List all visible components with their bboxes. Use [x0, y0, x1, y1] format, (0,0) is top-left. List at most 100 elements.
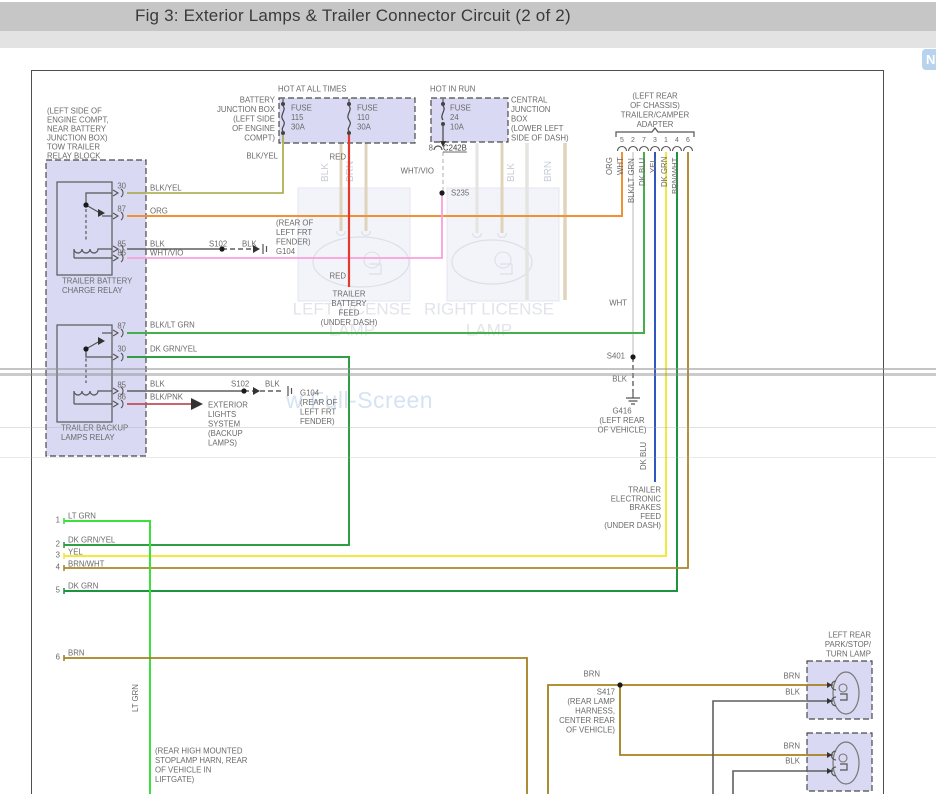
hot-in-run-label: HOT IN RUN [430, 85, 475, 94]
left-rear-lamp-box-2 [807, 733, 872, 791]
relay1-pin-30-label: 30 [117, 182, 126, 191]
stub-1-label: 1 [56, 516, 60, 525]
wire-blk-label-3: BLK [150, 380, 166, 389]
left-rear-lamp-label: LEFT REARPARK/STOP/TURN LAMP [825, 631, 872, 659]
wire-org-rot-label: ORG [605, 157, 614, 175]
wire-brn-label: BRN [68, 649, 84, 658]
adapter-pin-3-label: 3 [653, 137, 657, 144]
stub-5-label: 5 [56, 586, 61, 595]
adapter-pin-1-label: 1 [664, 137, 668, 144]
fuse-24-symbol [441, 122, 445, 126]
fuse-24-symbol [441, 102, 445, 106]
relay1-pin-86-label: 86 [117, 249, 126, 258]
stub-4-label: 4 [56, 563, 61, 572]
wire-wht-rot-label: WHT [616, 157, 625, 175]
stoplamp-note: (REAR HIGH MOUNTEDSTOPLAMP HARN, REAROF … [155, 747, 248, 785]
adapter-pin-7-label: 7 [642, 137, 646, 144]
wire-brn-label-4: BRN [784, 742, 800, 751]
wire-brn-label-2: BRN [584, 670, 600, 679]
adapter-pin-receptacle [673, 147, 682, 152]
wire-dk-grn-rot-label: DK GRN [660, 157, 669, 187]
relay2-pin-86-label: 86 [117, 393, 126, 402]
wire-brn-label-3: BRN [784, 672, 800, 681]
adapter-pin-receptacle [651, 147, 660, 152]
adapter-pin-receptacle [640, 147, 649, 152]
wire-yel-rot-label: YEL [649, 158, 658, 173]
wire-blk-yel-label: BLK/YEL [150, 184, 182, 193]
labels-layer: HOT AT ALL TIMESHOT IN RUNBATTERYJUNCTIO… [47, 85, 872, 785]
hot-at-all-times-label: HOT AT ALL TIMES [278, 85, 346, 94]
wire-red-label-2: RED [330, 272, 347, 281]
wire-blk-label-6: BLK [785, 688, 801, 697]
ghost-wire-brn-right-label: BRN [543, 161, 554, 182]
splice-dot [83, 202, 88, 207]
wire-blk-label-4: BLK [265, 380, 281, 389]
wire-blk-label-7: BLK [785, 757, 801, 766]
relay2-pin-30-label: 30 [117, 345, 126, 354]
separator-line-1 [0, 368, 936, 370]
wire-wht-vio-label: WHT/VIO [150, 249, 183, 258]
adapter-pin-receptacle [684, 147, 693, 152]
adapter-pin-5-label: 5 [620, 137, 624, 144]
splice-dot [617, 682, 622, 687]
wire-blk-lt-grn-label: BLK/LT GRN [150, 321, 195, 330]
wiring-diagram: LEFT LICENSELAMPRIGHT LICENSELAMPBLKBRNB… [0, 0, 936, 794]
separator-line-4 [0, 457, 936, 458]
wire-blk-label-2: BLK [242, 240, 258, 249]
ghost-wire-brn-left-label: BRN [345, 161, 356, 182]
exterior-lights-arrow [191, 398, 203, 410]
stub-3-label: 3 [56, 551, 60, 560]
splice-dot [241, 388, 246, 393]
splice-s102-label-2: S102 [231, 380, 249, 389]
wire-dk-blu-rot-label: DK BLU [638, 157, 647, 186]
adapter-comb [616, 128, 694, 137]
wire-wht-label: WHT [609, 299, 627, 308]
central-junction-box-label: CENTRALJUNCTIONBOX(LOWER LEFTSIDE OF DAS… [511, 96, 569, 143]
wire-dk-grn-label: DK GRN [68, 582, 98, 591]
relay2-pin-87-label: 87 [117, 322, 126, 331]
stub-6-label: 6 [56, 653, 60, 662]
wiring-diagram-page: Fig 3: Exterior Lamps & Trailer Connecto… [0, 0, 936, 794]
wire-blk-lt-grn-rot-label: BLK/LT GRN [627, 158, 636, 203]
splice-dot [439, 190, 444, 195]
separator-line-3 [0, 427, 936, 428]
wire-org-label: ORG [150, 207, 168, 216]
wire-brn-6-path [64, 658, 527, 794]
splice-s235-label: S235 [451, 189, 470, 198]
wire-brn-wht-label: BRN/WHT [68, 560, 105, 569]
adapter-pin-2-label: 2 [631, 137, 635, 144]
splice-s102-label-1: S102 [209, 240, 227, 249]
wire-lt-grn-rot-label: LT GRN [131, 684, 140, 712]
exterior-lights-note: EXTERIORLIGHTSSYSTEM(BACKUPLAMPS) [208, 401, 248, 448]
splice-dot [630, 354, 635, 359]
trailer-brakes-feed-note: TRAILERELECTRONICBRAKESFEED(UNDER DASH) [604, 486, 661, 530]
ground-g416-note: G416(LEFT REAROF VEHICLE) [598, 407, 647, 435]
adapter-pin-receptacle [618, 147, 627, 152]
wire-blk-label-1: BLK [150, 240, 166, 249]
ground-g104-note-2: G104(REAR OFLEFT FRTFENDER) [300, 389, 337, 427]
adapter-pin-4-label: 4 [675, 137, 679, 144]
ground-g416-symbol [626, 392, 640, 404]
tow-trailer-note: (LEFT SIDE OFENGINE COMPT,NEAR BATTERYJU… [47, 107, 109, 161]
relay1-pin-87-label: 87 [117, 205, 126, 214]
fuse-115-symbol [281, 131, 285, 135]
wire-blk-yel-feed-label: BLK/YEL [246, 152, 278, 161]
connector-c242b-label[interactable]: C242B [443, 144, 467, 153]
splice-s417-note: S417(REAR LAMPHARNESS,CENTER REAROF VEHI… [559, 688, 615, 735]
separator-line-2 [0, 373, 936, 376]
wire-dk-grn-yel-label-2: DK GRN/YEL [150, 345, 198, 354]
relay1-pin-85-label: 85 [117, 240, 126, 249]
adapter-pin-receptacle [662, 147, 671, 152]
fuse-115-symbol [281, 102, 285, 106]
fuse-110-symbol [347, 131, 351, 135]
wire-blk-pnk-label: BLK/PNK [150, 393, 184, 402]
stub-2-label: 2 [56, 540, 60, 549]
tow-trailer-relay-block [46, 160, 146, 456]
ghost-wire-blk-right-label: BLK [506, 163, 517, 182]
wire-brn-lamp2-path [620, 685, 833, 755]
ground-g104b-arrow [253, 387, 260, 395]
wire-red-label-1: RED [330, 153, 347, 162]
adapter-pin-receptacle [629, 147, 638, 152]
connector-c242b-arc [434, 146, 442, 150]
left-license-lamp-box [298, 188, 410, 301]
